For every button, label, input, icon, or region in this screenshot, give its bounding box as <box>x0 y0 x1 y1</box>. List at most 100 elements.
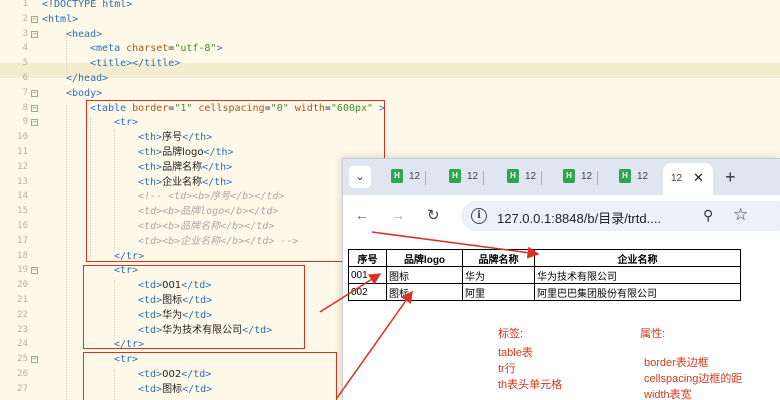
line-number: 20 <box>17 280 28 291</box>
site-info-icon[interactable]: i <box>471 208 487 224</box>
line-number: 15 <box>17 206 28 217</box>
browser-tab[interactable]: H 12 <box>449 167 485 189</box>
line-number: 9 <box>22 117 28 128</box>
column-header: 品牌名称 <box>462 249 535 267</box>
table-cell: 华为技术有限公司 <box>534 266 741 284</box>
tab-strip: ⌄ H 12 H 12 H 12 H 12 H 12 12 ✕ + <box>343 159 780 195</box>
table-cell: 图标 <box>386 266 463 284</box>
fold-toggle-icon[interactable]: − <box>31 89 38 97</box>
url-text[interactable]: 127.0.0.1:8848/b/目录/trtd.... <box>497 208 661 227</box>
annotation-box-row-002 <box>83 352 337 400</box>
line-number: 25 <box>17 354 28 365</box>
tab-title: 12 <box>637 171 649 182</box>
tab-search-button[interactable]: ⌄ <box>349 166 371 188</box>
column-header: 品牌logo <box>386 249 463 267</box>
reload-icon[interactable]: ↻ <box>427 206 440 224</box>
browser-tab[interactable]: H 12 <box>619 167 648 189</box>
tab-title: 12 <box>525 171 537 182</box>
active-browser-tab[interactable]: 12 ✕ <box>663 163 713 195</box>
table-header-row: 序号 品牌logo 品牌名称 企业名称 <box>348 249 741 267</box>
tab-title: 12 <box>467 171 479 182</box>
bookmark-star-icon[interactable]: ☆ <box>733 205 748 225</box>
column-header: 企业名称 <box>534 249 741 267</box>
back-arrow-icon[interactable]: ← <box>355 207 369 223</box>
line-number: 5 <box>22 58 28 69</box>
line-number: 22 <box>17 309 28 320</box>
browser-tab[interactable]: H 12 <box>507 167 543 189</box>
browser-tab[interactable]: H 12 <box>563 167 599 189</box>
html-file-icon: H <box>449 169 461 184</box>
attrs-note-item: cellspacing边框的距 <box>644 373 743 385</box>
table-cell: 阿里巴巴集团股份有限公司 <box>534 283 741 301</box>
line-number: 19 <box>17 265 28 276</box>
annotation-box-header-row <box>86 100 385 262</box>
line-number: 7 <box>22 87 28 98</box>
line-number: 6 <box>22 73 28 83</box>
table-cell: 001 <box>348 266 387 284</box>
tags-note-item: tr行 <box>498 363 516 375</box>
address-bar[interactable]: i 127.0.0.1:8848/b/目录/trtd.... ⚲ ☆ <box>461 201 780 231</box>
table-cell: 阿里 <box>462 283 535 301</box>
html-file-icon: H <box>563 169 575 184</box>
new-tab-button[interactable]: + <box>725 167 736 187</box>
line-number: 21 <box>17 295 28 305</box>
line-number: 12 <box>17 161 28 172</box>
code-text[interactable]: </head> <box>66 71 108 86</box>
fold-toggle-icon[interactable]: − <box>31 119 38 127</box>
fold-toggle-icon[interactable]: − <box>31 15 38 23</box>
tags-note-title: 标签: <box>498 328 524 340</box>
close-tab-icon[interactable]: ✕ <box>693 170 704 186</box>
table-row: 001 图标 华为 华为技术有限公司 <box>348 266 741 284</box>
line-number: 14 <box>17 191 28 202</box>
tab-title: 12 <box>671 173 683 184</box>
zoom-icon[interactable]: ⚲ <box>703 207 713 224</box>
html-file-icon: H <box>619 169 631 184</box>
line-number: 17 <box>17 235 28 246</box>
column-header: 序号 <box>348 249 387 267</box>
line-number: 26 <box>17 369 28 379</box>
attrs-note-item: width表宽 <box>644 389 692 400</box>
fold-toggle-icon[interactable]: − <box>31 30 38 38</box>
code-text[interactable]: <!DOCTYPE html> <box>42 0 132 12</box>
attrs-note-title: 属性: <box>640 328 666 340</box>
code-text[interactable]: <html> <box>42 12 78 27</box>
line-number: 11 <box>17 147 28 157</box>
line-number: 18 <box>17 250 28 261</box>
code-text[interactable]: <body> <box>66 86 102 101</box>
html-file-icon: H <box>391 169 403 184</box>
forward-arrow-icon[interactable]: → <box>391 207 405 223</box>
fold-toggle-icon[interactable]: − <box>31 356 38 364</box>
line-number: 23 <box>17 324 28 335</box>
line-number: 27 <box>17 383 28 394</box>
indent-guide <box>66 105 67 400</box>
line-number: 16 <box>17 221 28 231</box>
annotation-box-row-001 <box>83 265 305 349</box>
tags-note-item: table表 <box>498 347 533 359</box>
table-row: 002 图标 阿里 阿里巴巴集团股份有限公司 <box>348 283 741 301</box>
line-number: 3 <box>22 28 28 39</box>
code-text[interactable]: <head> <box>66 27 102 42</box>
html-file-icon: H <box>507 169 519 184</box>
tab-title: 12 <box>581 171 593 182</box>
table-cell: 图标 <box>386 283 463 301</box>
chevron-down-icon: ⌄ <box>355 171 365 183</box>
browser-window: ⌄ H 12 H 12 H 12 H 12 H 12 12 ✕ + ← → ↻ i 127… <box>342 158 780 400</box>
browser-toolbar: ← → ↻ i 127.0.0.1:8848/b/目录/trtd.... ⚲ ☆ <box>343 195 780 237</box>
table-cell: 华为 <box>462 266 535 284</box>
line-number: 8 <box>22 102 28 113</box>
line-number: 10 <box>17 132 28 143</box>
line-number: 24 <box>17 339 28 350</box>
line-number: 13 <box>17 176 28 187</box>
tab-title: 12 <box>409 171 421 182</box>
line-number: 1 <box>22 0 28 9</box>
code-text[interactable]: <title></title> <box>90 56 180 71</box>
code-text[interactable]: <meta charset="utf-8"> <box>90 41 223 56</box>
rendered-table: 序号 品牌logo 品牌名称 企业名称 001 图标 华为 华为技术有限公司 0… <box>348 249 741 301</box>
fold-toggle-icon[interactable]: − <box>31 104 38 112</box>
line-number: 4 <box>22 43 28 54</box>
attrs-note-item: border表边框 <box>644 357 709 369</box>
browser-tab[interactable]: H 12 <box>391 167 427 189</box>
table-cell: 002 <box>348 283 387 301</box>
line-number: 2 <box>22 13 28 24</box>
fold-toggle-icon[interactable]: − <box>31 267 38 275</box>
